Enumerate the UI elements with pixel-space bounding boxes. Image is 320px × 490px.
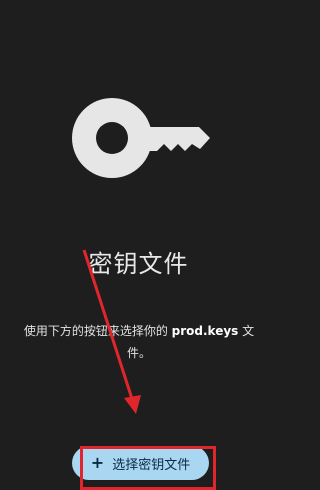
plus-icon: + bbox=[90, 453, 105, 472]
key-icon bbox=[72, 98, 210, 178]
key-file-screen: 密钥文件 使用下方的按钮来选择你的 prod.keys 文件。 + 选择密钥文件 bbox=[0, 0, 277, 490]
select-key-file-button[interactable]: + 选择密钥文件 bbox=[72, 446, 209, 480]
prod-keys-filename: prod.keys bbox=[171, 324, 239, 338]
instruction-prefix: 使用下方的按钮来选择你的 bbox=[23, 324, 172, 338]
page-title: 密钥文件 bbox=[88, 250, 189, 278]
instruction-text: 使用下方的按钮来选择你的 prod.keys 文件。 bbox=[14, 320, 264, 364]
select-key-file-label: 选择密钥文件 bbox=[112, 457, 191, 473]
